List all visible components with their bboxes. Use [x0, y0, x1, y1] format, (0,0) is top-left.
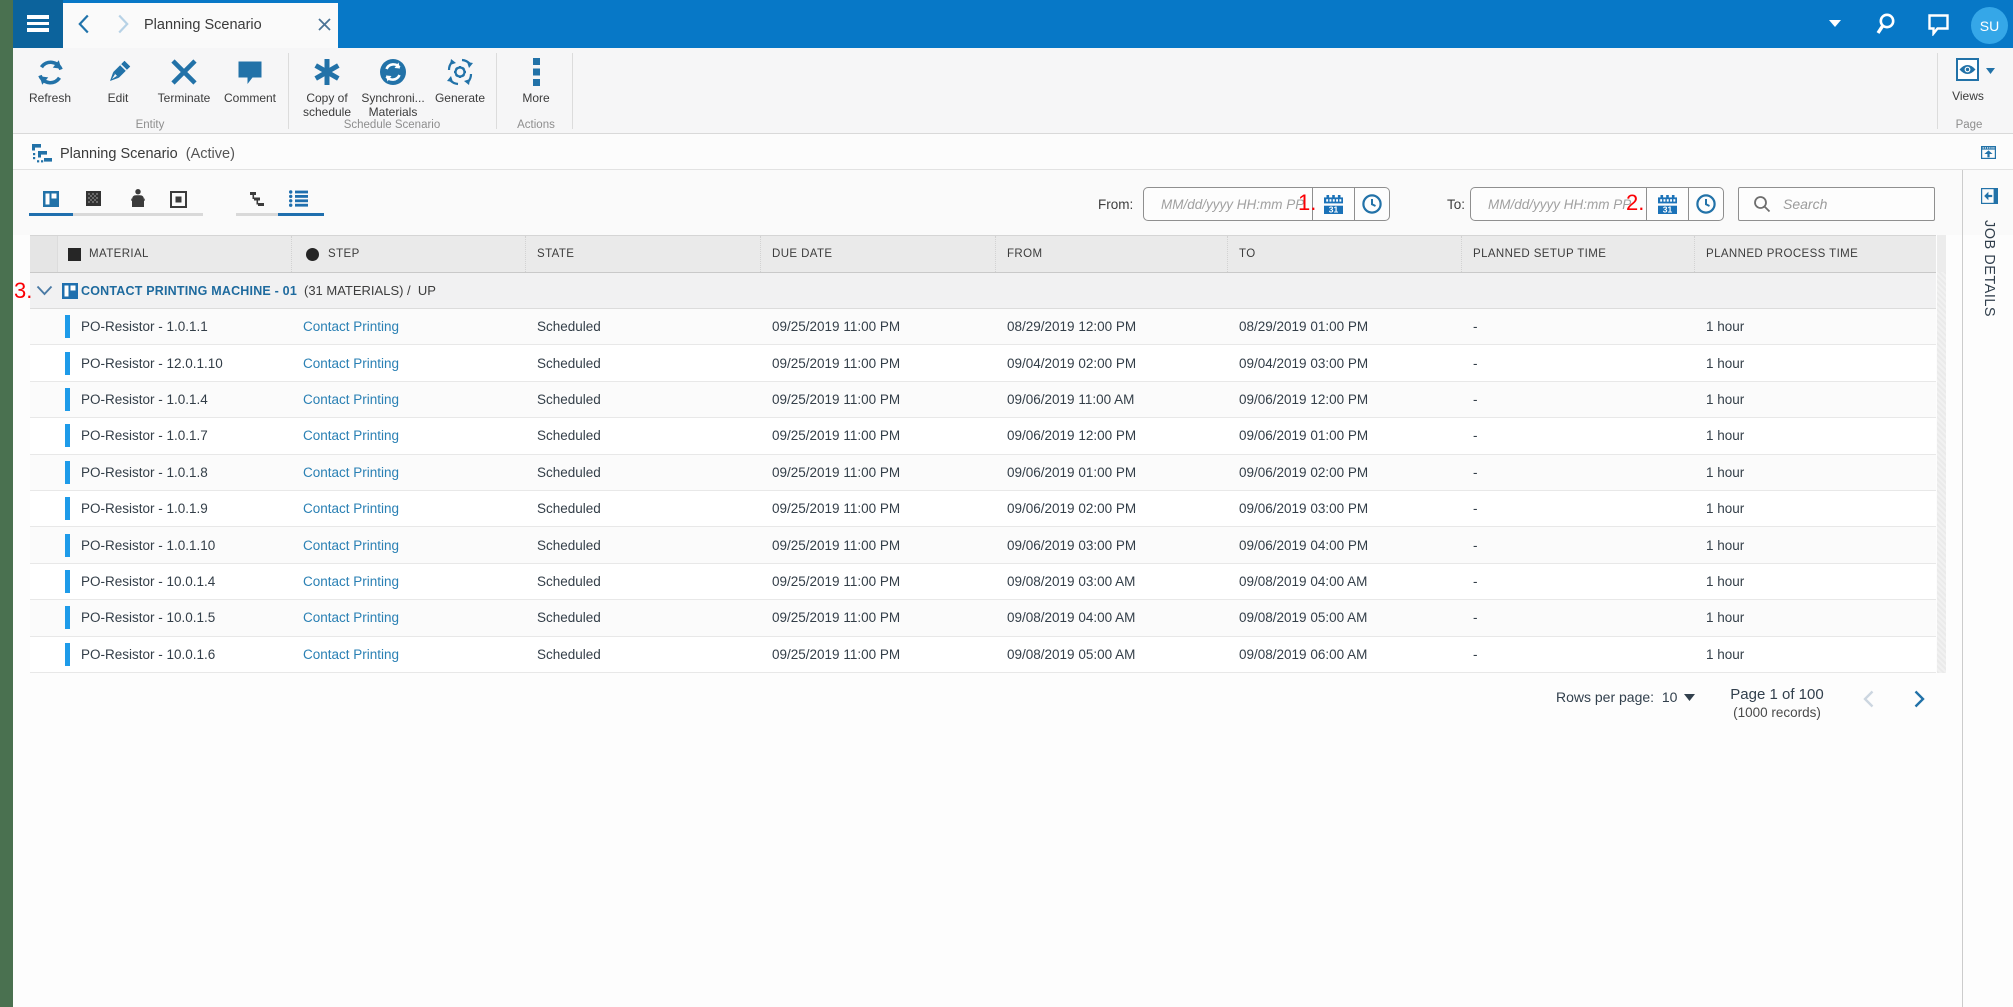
- svg-text:31: 31: [1663, 205, 1673, 214]
- svg-text:31: 31: [1329, 205, 1339, 214]
